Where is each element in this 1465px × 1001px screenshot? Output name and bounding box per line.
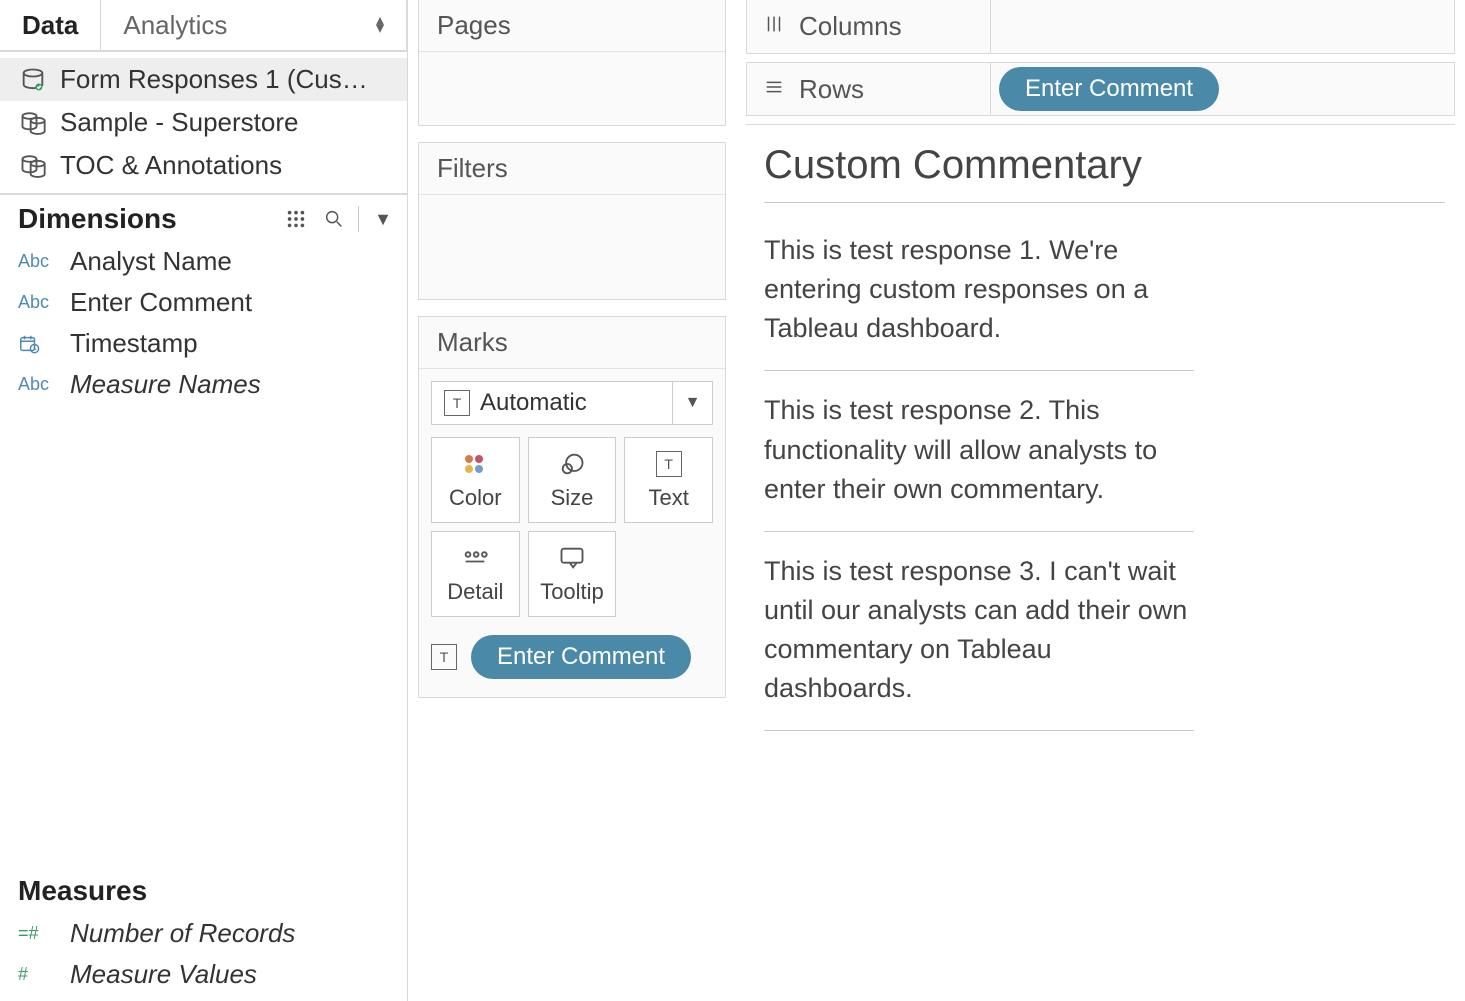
- size-icon: [558, 449, 586, 479]
- dimensions-header: Dimensions ▼: [0, 195, 407, 237]
- mark-detail-label: Detail: [447, 579, 503, 605]
- view-as-table-icon[interactable]: [282, 205, 310, 233]
- mark-text[interactable]: T Text: [624, 437, 713, 523]
- tooltip-icon: [558, 543, 586, 573]
- field-measure-names[interactable]: Abc Measure Names: [0, 364, 407, 405]
- data-source-toc-annotations[interactable]: TOC & Annotations: [0, 144, 407, 187]
- tab-analytics-label: Analytics: [123, 10, 227, 41]
- field-label: Measure Values: [70, 959, 257, 990]
- dimensions-list: Abc Analyst Name Abc Enter Comment Times…: [0, 237, 407, 411]
- field-timestamp[interactable]: Timestamp: [0, 323, 407, 364]
- columns-icon: [763, 11, 785, 42]
- mark-color-label: Color: [449, 485, 502, 511]
- mark-type-dropdown[interactable]: T Automatic ▼: [431, 381, 713, 425]
- viz-canvas: Custom Commentary This is test response …: [746, 124, 1455, 731]
- mark-pill-enter-comment[interactable]: Enter Comment: [471, 635, 691, 679]
- measures-title: Measures: [18, 875, 147, 907]
- data-source-sample-superstore[interactable]: Sample - Superstore: [0, 101, 407, 144]
- divider: [358, 206, 359, 232]
- field-label: Timestamp: [70, 328, 198, 359]
- data-pane: Data Analytics ▴▾ Form Responses 1 (Cus……: [0, 0, 408, 1001]
- text-encoding-icon[interactable]: T: [431, 644, 457, 670]
- count-icon: =#: [18, 923, 54, 944]
- search-icon[interactable]: [320, 205, 348, 233]
- viz-row[interactable]: This is test response 3. I can't wait un…: [764, 532, 1194, 732]
- mark-size[interactable]: Size: [528, 437, 617, 523]
- filters-shelf-title: Filters: [419, 143, 725, 195]
- mark-color[interactable]: Color: [431, 437, 520, 523]
- sidebar-tabs: Data Analytics ▴▾: [0, 0, 407, 52]
- rows-label: Rows: [799, 74, 864, 105]
- filters-shelf[interactable]: Filters: [418, 142, 726, 300]
- pages-shelf-title: Pages: [419, 0, 725, 52]
- marks-card-title: Marks: [419, 317, 725, 369]
- dimensions-menu-caret[interactable]: ▼: [369, 205, 397, 233]
- text-mark-icon: T: [444, 390, 470, 416]
- viz-title[interactable]: Custom Commentary: [764, 143, 1445, 203]
- mark-detail[interactable]: Detail: [431, 531, 520, 617]
- abc-icon: Abc: [18, 251, 54, 272]
- field-enter-comment[interactable]: Abc Enter Comment: [0, 282, 407, 323]
- mark-size-label: Size: [551, 485, 594, 511]
- field-measure-values[interactable]: # Measure Values: [0, 954, 407, 995]
- detail-icon: [461, 543, 489, 573]
- field-label: Analyst Name: [70, 246, 232, 277]
- data-source-form-responses[interactable]: Form Responses 1 (Cus…: [0, 58, 407, 101]
- chevron-down-icon: ▼: [672, 382, 712, 424]
- viz-row[interactable]: This is test response 2. This functional…: [764, 371, 1194, 531]
- mark-type-label: Automatic: [480, 389, 587, 417]
- field-number-of-records[interactable]: =# Number of Records: [0, 913, 407, 954]
- color-icon: [461, 449, 489, 479]
- marks-card: Marks T Automatic ▼ Color: [418, 316, 726, 698]
- dimensions-title: Dimensions: [18, 203, 177, 235]
- field-label: Enter Comment: [70, 287, 252, 318]
- rows-shelf[interactable]: Rows Enter Comment: [746, 62, 1455, 116]
- mark-text-label: Text: [648, 485, 688, 511]
- sort-icon: ▴▾: [376, 17, 384, 33]
- data-sources-list: Form Responses 1 (Cus… Sample - Supersto…: [0, 52, 407, 195]
- abc-icon: Abc: [18, 292, 54, 313]
- mark-tooltip-label: Tooltip: [540, 579, 604, 605]
- pages-shelf[interactable]: Pages: [418, 0, 726, 126]
- datasource-single-icon: [18, 66, 48, 94]
- datasource-multi-icon: [18, 109, 48, 137]
- measures-list: =# Number of Records # Measure Values: [0, 909, 407, 1001]
- text-icon: T: [656, 449, 682, 479]
- tab-analytics[interactable]: Analytics ▴▾: [101, 0, 407, 50]
- number-icon: #: [18, 964, 54, 985]
- data-source-label: Sample - Superstore: [60, 107, 298, 138]
- datasource-multi-icon: [18, 152, 48, 180]
- rows-icon: [763, 74, 785, 105]
- data-source-label: Form Responses 1 (Cus…: [60, 64, 368, 95]
- measures-header: Measures: [0, 867, 407, 909]
- columns-label: Columns: [799, 11, 902, 42]
- field-label: Measure Names: [70, 369, 261, 400]
- viz-row[interactable]: This is test response 1. We're entering …: [764, 211, 1194, 371]
- abc-icon: Abc: [18, 374, 54, 395]
- calendar-clock-icon: [18, 333, 54, 355]
- data-source-label: TOC & Annotations: [60, 150, 282, 181]
- field-label: Number of Records: [70, 918, 295, 949]
- mark-tooltip[interactable]: Tooltip: [528, 531, 617, 617]
- field-analyst-name[interactable]: Abc Analyst Name: [0, 241, 407, 282]
- rows-pill-enter-comment[interactable]: Enter Comment: [999, 67, 1219, 111]
- tab-data[interactable]: Data: [0, 0, 101, 50]
- columns-shelf[interactable]: Columns: [746, 0, 1455, 54]
